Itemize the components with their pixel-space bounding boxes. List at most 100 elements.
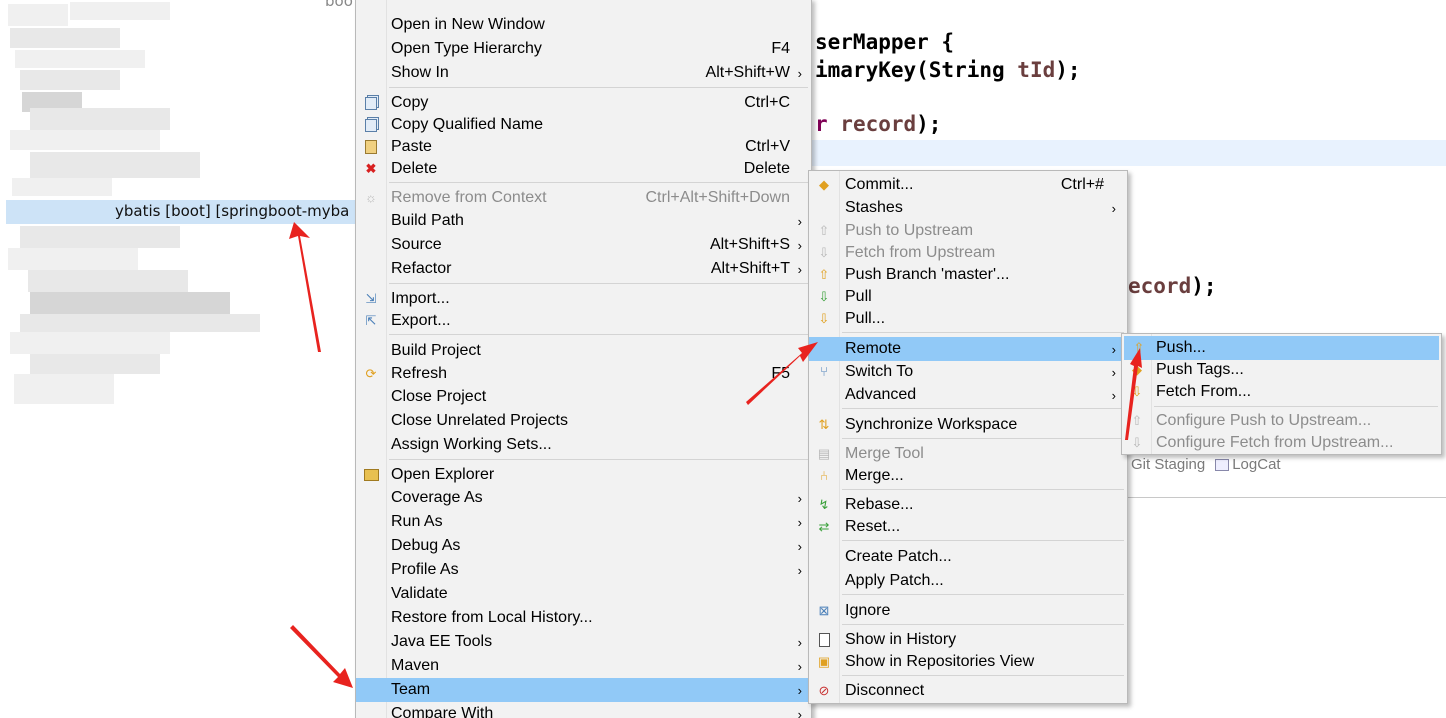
menu-item-refactor[interactable]: Refactor Alt+Shift+T › xyxy=(356,257,811,281)
menu-separator xyxy=(842,438,1124,439)
menu-item-fetch-from[interactable]: ⇩ Fetch From... xyxy=(1122,380,1441,404)
disconnect-icon: ⊘ xyxy=(818,683,830,698)
sync-icon: ⇅ xyxy=(818,417,830,432)
menu-item-remote[interactable]: Remote › xyxy=(809,337,1127,361)
menu-separator xyxy=(842,675,1124,676)
context-icon: ☼ xyxy=(365,190,377,205)
menu-item-restore-from-local-history[interactable]: Restore from Local History... xyxy=(356,606,811,630)
repositories-icon: ▣ xyxy=(817,654,831,669)
menu-item-push-branch-master[interactable]: ⇧ Push Branch 'master'... xyxy=(809,263,1127,287)
push-tags-icon: ◆ xyxy=(1132,362,1142,377)
team-submenu: ◆ Commit... Ctrl+# Stashes › ⇧ Push to Upstr… xyxy=(808,170,1128,704)
code-line: imaryKey(String tId); xyxy=(815,58,1081,82)
fetch-upstream-icon: ⇩ xyxy=(818,245,830,260)
menu-item-show-in-repositories-view[interactable]: ▣ Show in Repositories View xyxy=(809,650,1127,674)
menu-item-merge-tool: ▤ Merge Tool xyxy=(817,445,924,462)
tab-logcat-label: LogCat xyxy=(1232,456,1281,473)
menu-item-commit[interactable]: ◆ Commit... Ctrl+# xyxy=(809,173,1127,197)
menu-item-team[interactable]: Team › xyxy=(356,678,811,702)
menu-item-open-in-new-window[interactable]: Open in New Window xyxy=(356,13,811,37)
menu-item-import[interactable]: ⇲ Import... xyxy=(356,287,811,311)
submenu-arrow-icon: › xyxy=(1111,364,1116,380)
menu-item-debug-as[interactable]: Debug As › xyxy=(356,534,811,558)
menu-item-pull[interactable]: ⇩ Pull xyxy=(809,285,1127,309)
submenu-arrow-icon: › xyxy=(797,634,802,650)
menu-item-refresh[interactable]: ⟳ Refresh F5 xyxy=(356,362,811,386)
menu-item-coverage-as[interactable]: Coverage As › xyxy=(356,486,811,510)
menu-item-open-type-hierarchy[interactable]: Open Type Hierarchy F4 xyxy=(356,37,811,61)
submenu-arrow-icon: › xyxy=(797,490,802,506)
current-line-highlight xyxy=(812,140,1446,166)
menu-item-push-tags[interactable]: ◆ Push Tags... xyxy=(1122,358,1441,382)
menu-item-ignore[interactable]: ⊠ Ignore xyxy=(809,599,1127,623)
remote-submenu: ⇧ Push... ◆ Push Tags... ⇩ Fetch From... ⇧ C… xyxy=(1121,333,1442,455)
copy-icon xyxy=(363,95,379,111)
menu-item-switch-to[interactable]: ⑂ Switch To › xyxy=(809,360,1127,384)
submenu-arrow-icon: › xyxy=(797,562,802,578)
menu-item-close-project[interactable]: Close Project xyxy=(356,385,811,409)
menu-item-open-explorer[interactable]: Open Explorer xyxy=(356,463,811,487)
menu-separator xyxy=(1154,406,1438,407)
menu-separator xyxy=(389,182,808,183)
menu-item-advanced[interactable]: Advanced › xyxy=(809,383,1127,407)
menu-item-synchronize-workspace[interactable]: ⇅ Synchronize Workspace xyxy=(809,413,1127,437)
menu-item-configure-fetch-from-upstream: ⇩ Configure Fetch from Upstream... xyxy=(1122,431,1441,455)
menu-item-reset[interactable]: ⇄ Reset... xyxy=(809,515,1127,539)
pull-icon: ⇩ xyxy=(818,289,830,304)
menu-item-create-patch[interactable]: Create Patch... xyxy=(809,545,1127,569)
menu-separator xyxy=(842,540,1124,541)
menu-separator xyxy=(842,408,1124,409)
configure-fetch-icon: ⇩ xyxy=(1131,435,1143,450)
menu-item-remove-from-context: ☼ Remove from Context Ctrl+Alt+Shift+Down xyxy=(356,186,811,210)
import-icon: ⇲ xyxy=(365,291,377,306)
menu-item-export[interactable]: ⇱ Export... xyxy=(356,309,811,333)
tab-logcat[interactable]: LogCat xyxy=(1215,456,1281,473)
menu-item-run-as[interactable]: Run As › xyxy=(356,510,811,534)
menu-separator xyxy=(842,489,1124,490)
eclipse-workbench: ybatis [boot] [springboot-myba boo serMa… xyxy=(0,0,1446,718)
menu-item-show-in-history[interactable]: Show in History xyxy=(809,628,1127,652)
menu-item-pull-dialog[interactable]: ⇩ Pull... xyxy=(809,307,1127,331)
menu-item-maven[interactable]: Maven › xyxy=(356,654,811,678)
ignore-icon: ⊠ xyxy=(818,603,830,618)
menu-separator xyxy=(389,283,808,284)
tab-git-staging[interactable]: Git Staging xyxy=(1131,456,1205,473)
copy-icon xyxy=(363,117,379,133)
export-icon: ⇱ xyxy=(365,313,377,328)
menu-item-build-path[interactable]: Build Path › xyxy=(356,209,811,233)
submenu-arrow-icon: › xyxy=(1111,387,1116,403)
menu-item-stashes[interactable]: Stashes › xyxy=(809,196,1127,220)
push-icon: ⇧ xyxy=(1133,340,1145,355)
code-line: r record); xyxy=(815,112,942,136)
menu-item-configure-push-to-upstream: ⇧ Configure Push to Upstream... xyxy=(1122,409,1441,433)
submenu-arrow-icon: › xyxy=(797,261,802,277)
menu-item-disconnect[interactable]: ⊘ Disconnect xyxy=(809,679,1127,703)
menu-item-close-unrelated-projects[interactable]: Close Unrelated Projects xyxy=(356,409,811,433)
menu-item-delete[interactable]: ✖ Delete Delete xyxy=(356,157,811,181)
menu-item-copy-qualified-name[interactable]: Copy Qualified Name xyxy=(356,113,811,137)
context-menu: Open in New Window Open Type Hierarchy F4… xyxy=(355,0,812,718)
push-branch-icon: ⇧ xyxy=(818,267,830,282)
menu-item-java-ee-tools[interactable]: Java EE Tools › xyxy=(356,630,811,654)
menu-item-build-project[interactable]: Build Project xyxy=(356,339,811,363)
menu-item-compare-with[interactable]: Compare With › xyxy=(356,702,811,718)
rebase-icon: ↯ xyxy=(818,497,830,512)
menu-item-assign-working-sets[interactable]: Assign Working Sets... xyxy=(356,433,811,457)
menu-item-paste[interactable]: Paste Ctrl+V xyxy=(356,135,811,159)
menu-item-validate[interactable]: Validate xyxy=(356,582,811,606)
menu-item-show-in[interactable]: Show In Alt+Shift+W › xyxy=(356,61,811,85)
refresh-icon: ⟳ xyxy=(365,366,377,381)
submenu-arrow-icon: › xyxy=(1111,341,1116,357)
menu-item-merge[interactable]: ⑃ Merge... xyxy=(809,464,1127,488)
menu-item-apply-patch[interactable]: Apply Patch... xyxy=(809,569,1127,593)
menu-item-push[interactable]: ⇧ Push... xyxy=(1124,336,1439,360)
submenu-arrow-icon: › xyxy=(1111,200,1116,216)
menu-item-profile-as[interactable]: Profile As › xyxy=(356,558,811,582)
menu-item-copy[interactable]: Copy Ctrl+C xyxy=(356,91,811,115)
menu-item-fetch-from-upstream: ⇩ Fetch from Upstream xyxy=(809,241,1127,265)
reset-icon: ⇄ xyxy=(818,519,830,534)
menu-separator xyxy=(389,459,808,460)
menu-item-rebase[interactable]: ↯ Rebase... xyxy=(809,493,1127,517)
menu-item-source[interactable]: Source Alt+Shift+S › xyxy=(356,233,811,257)
submenu-arrow-icon: › xyxy=(797,237,802,253)
